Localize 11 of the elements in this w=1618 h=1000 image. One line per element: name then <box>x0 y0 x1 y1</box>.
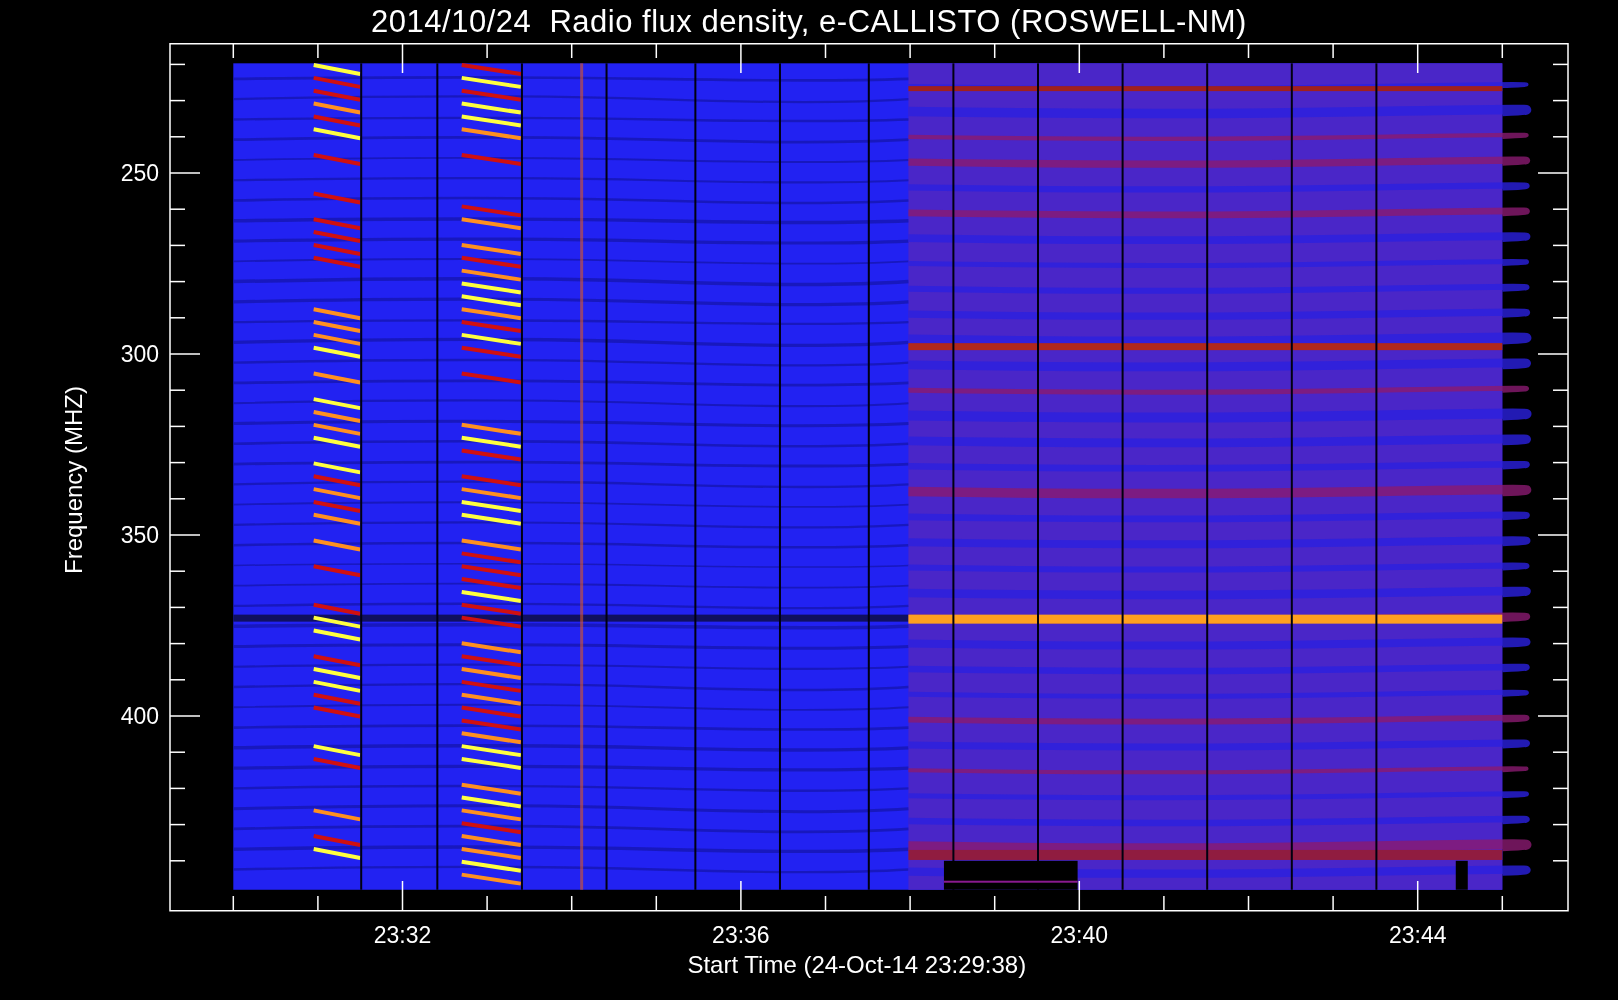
x-tick-label: 23:40 <box>1050 922 1109 948</box>
y-tick-label: 350 <box>120 522 159 548</box>
y-tick-label: 300 <box>120 341 159 367</box>
y-axis-label: Frequency (MHZ) <box>60 386 87 574</box>
y-tick-label: 400 <box>120 703 159 729</box>
x-tick-label: 23:36 <box>712 922 770 948</box>
chart-title: 2014/10/24 Radio flux density, e-CALLISTO (ROSWELL-NM) <box>371 3 1247 40</box>
x-tick-label: 23:44 <box>1388 922 1447 948</box>
x-axis-label: Start Time (24-Oct-14 23:29:38) <box>687 951 1027 978</box>
x-tick-label: 23:32 <box>373 922 432 948</box>
y-tick-label: 250 <box>120 160 159 186</box>
